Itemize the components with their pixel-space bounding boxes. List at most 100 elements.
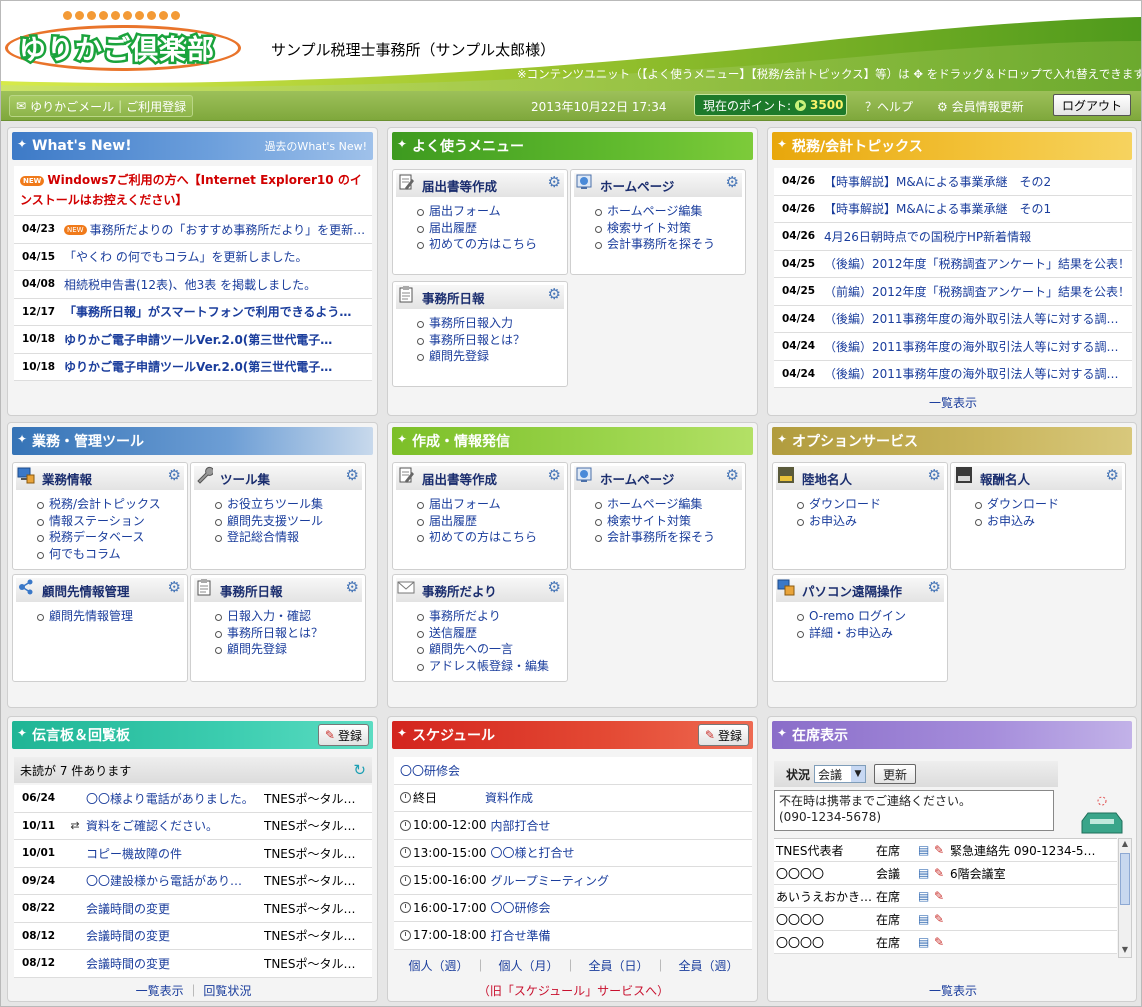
schedule-title[interactable]: グループミーティング — [491, 872, 753, 889]
logo[interactable]: ゆりかご倶楽部 — [5, 11, 243, 73]
pencil-icon[interactable]: ✎ — [934, 889, 950, 903]
move-handle-icon[interactable] — [777, 432, 788, 446]
news-title[interactable]: 「事務所日報」がスマートフォンで利用できるよう… — [64, 303, 372, 320]
settings-gear-icon[interactable]: ⚙ — [548, 466, 561, 484]
schedule-view-link[interactable]: 全員（日） — [589, 959, 643, 973]
message-title[interactable]: 資料をご確認ください。 — [86, 817, 264, 834]
card-link[interactable]: 登記総合情報 — [213, 529, 323, 546]
options-header[interactable]: オプションサービス — [772, 427, 1132, 455]
schedule-row[interactable]: 17:00-18:00 打合せ準備 — [394, 922, 752, 950]
card-link[interactable]: 送信履歴 — [415, 625, 549, 642]
schedule-header[interactable]: スケジュール ✎登録 — [392, 721, 753, 749]
settings-gear-icon[interactable]: ⚙ — [548, 578, 561, 596]
settings-gear-icon[interactable]: ⚙ — [548, 285, 561, 303]
settings-gear-icon[interactable]: ⚙ — [928, 466, 941, 484]
card-link[interactable]: 税務データベース — [35, 529, 161, 546]
presence-row[interactable]: 〇〇〇〇 会議 ▤ ✎ 6階会議室 — [774, 862, 1117, 885]
mail-link[interactable]: ゆりかごメール — [30, 98, 114, 115]
schedule-row[interactable]: 16:00-17:00 〇〇研修会 — [394, 895, 752, 922]
news-title[interactable]: ゆりかご電子申請ツールVer.2.0(第三世代電子… — [64, 331, 372, 348]
topic-title[interactable]: （後編）2011事務年度の海外取引法人等に対する調… — [824, 310, 1132, 327]
move-handle-icon[interactable] — [397, 432, 408, 446]
news-row[interactable]: 04/23 NEW 事務所だよりの「おすすめ事務所だより」を更新… — [14, 216, 372, 244]
move-handle-icon[interactable] — [17, 726, 28, 740]
message-title[interactable]: 会議時間の変更 — [86, 927, 264, 944]
card-title[interactable]: 事務所日報 — [194, 578, 362, 602]
presence-update-button[interactable]: 更新 — [874, 764, 917, 784]
card-link[interactable]: 初めての方はこちら — [415, 236, 537, 253]
move-handle-icon[interactable] — [17, 137, 28, 151]
logout-button[interactable]: ログアウト — [1053, 94, 1131, 116]
card-link[interactable]: ダウンロード — [973, 496, 1059, 513]
topic-title[interactable]: （後編）2012年度「税務調査アンケート」結果を公表！ — [824, 255, 1132, 272]
move-handle-icon[interactable] — [777, 726, 788, 740]
help-link[interactable]: ？ヘルプ — [865, 98, 913, 115]
news-row[interactable]: 04/15 「やくわ の何でもコラム」を更新しました。 — [14, 244, 372, 271]
message-row[interactable]: 08/12 会議時間の変更 TNESポ～タル… — [14, 950, 372, 978]
news-title[interactable]: ゆりかご電子申請ツールVer.2.0(第三世代電子… — [64, 358, 372, 375]
settings-gear-icon[interactable]: ⚙ — [928, 578, 941, 596]
settings-gear-icon[interactable]: ⚙ — [726, 466, 739, 484]
message-title[interactable]: 会議時間の変更 — [86, 955, 264, 972]
scroll-up-icon[interactable]: ▲ — [1119, 839, 1131, 851]
card-link[interactable]: 顧問先登録 — [415, 348, 525, 365]
schedule-row[interactable]: 15:00-16:00 グループミーティング — [394, 867, 752, 895]
move-handle-icon[interactable] — [397, 726, 408, 740]
memo-icon[interactable]: ▤ — [918, 912, 934, 926]
memo-icon[interactable]: ▤ — [918, 935, 934, 949]
card-link[interactable]: ホームページ編集 — [593, 203, 715, 220]
settings-gear-icon[interactable]: ⚙ — [346, 578, 359, 596]
schedule-title[interactable]: 打合せ準備 — [491, 927, 753, 944]
card-link[interactable]: 詳細・お申込み — [795, 625, 906, 642]
card-link[interactable]: お役立ちツール集 — [213, 496, 323, 513]
card-title[interactable]: 届出書等作成 — [396, 466, 564, 490]
pencil-icon[interactable]: ✎ — [934, 843, 950, 857]
card-title[interactable]: 事務所日報 — [396, 285, 564, 309]
message-title[interactable]: 会議時間の変更 — [86, 900, 264, 917]
presence-scrollbar[interactable]: ▲ ▼ — [1118, 838, 1132, 958]
card-title[interactable]: パソコン遠隔操作 — [776, 578, 944, 602]
card-title[interactable]: 事務所だより — [396, 578, 564, 602]
memo-icon[interactable]: ▤ — [918, 843, 934, 857]
topic-row[interactable]: 04/26 【時事解説】M&Aによる事業承継 その2 — [774, 168, 1132, 196]
frequent-menu-header[interactable]: よく使うメニュー — [392, 132, 753, 160]
card-link[interactable]: O-remo ログイン — [795, 608, 906, 625]
message-title[interactable]: コピー機故障の件 — [86, 845, 264, 862]
schedule-row[interactable]: 13:00-15:00 〇〇様と打合せ — [394, 840, 752, 867]
memo-icon[interactable]: ▤ — [918, 866, 934, 880]
card-title[interactable]: ホームページ — [574, 466, 742, 490]
card-link[interactable]: 事務所日報入力 — [415, 315, 525, 332]
move-handle-icon[interactable] — [17, 432, 28, 446]
topic-title[interactable]: 4月26日朝時点での国税庁HP新着情報 — [824, 228, 1132, 245]
card-link[interactable]: 顧問先情報管理 — [35, 608, 133, 625]
scroll-thumb[interactable] — [1120, 853, 1130, 905]
news-title[interactable]: 相続税申告書(12表)、他3表 を掲載しました。 — [64, 276, 372, 293]
create-header[interactable]: 作成・情報発信 — [392, 427, 753, 455]
settings-gear-icon[interactable]: ⚙ — [168, 578, 181, 596]
topic-title[interactable]: （後編）2011事務年度の海外取引法人等に対する調… — [824, 338, 1132, 355]
card-link[interactable]: 税務/会計トピックス — [35, 496, 161, 513]
card-link[interactable]: ホームページ編集 — [593, 496, 715, 513]
news-row[interactable]: 10/18 ゆりかご電子申請ツールVer.2.0(第三世代電子… — [14, 354, 372, 381]
message-row[interactable]: 10/01 コピー機故障の件 TNESポ～タル… — [14, 840, 372, 868]
presence-row[interactable]: あいうえおかき… 在席 ▤ ✎ — [774, 885, 1117, 908]
card-title[interactable]: 陸地名人 — [776, 466, 944, 490]
topic-title[interactable]: （前編）2012年度「税務調査アンケート」結果を公表！ — [824, 283, 1132, 300]
schedule-row[interactable]: 10:00-12:00 内部打合せ — [394, 812, 752, 840]
board-register-button[interactable]: ✎ 登録 — [317, 724, 369, 746]
topic-row[interactable]: 04/25 （前編）2012年度「税務調査アンケート」結果を公表！ — [774, 278, 1132, 306]
message-row[interactable]: 08/22 会議時間の変更 TNESポ～タル… — [14, 895, 372, 923]
tax-topics-header[interactable]: 税務/会計トピックス — [772, 132, 1132, 160]
card-link[interactable]: 会計事務所を探そう — [593, 236, 715, 253]
card-title[interactable]: ツール集 — [194, 466, 362, 490]
card-link[interactable]: お申込み — [795, 513, 881, 530]
card-link[interactable]: 顧問先登録 — [213, 641, 323, 658]
card-link[interactable]: お申込み — [973, 513, 1059, 530]
card-link[interactable]: 検索サイト対策 — [593, 220, 715, 237]
settings-gear-icon[interactable]: ⚙ — [1106, 466, 1119, 484]
settings-gear-icon[interactable]: ⚙ — [168, 466, 181, 484]
news-row[interactable]: 12/17 「事務所日報」がスマートフォンで利用できるよう… — [14, 299, 372, 326]
schedule-view-link[interactable]: 全員（週） — [679, 959, 739, 973]
card-title[interactable]: 届出書等作成 — [396, 173, 564, 197]
card-link[interactable]: 顧問先への一言 — [415, 641, 549, 658]
